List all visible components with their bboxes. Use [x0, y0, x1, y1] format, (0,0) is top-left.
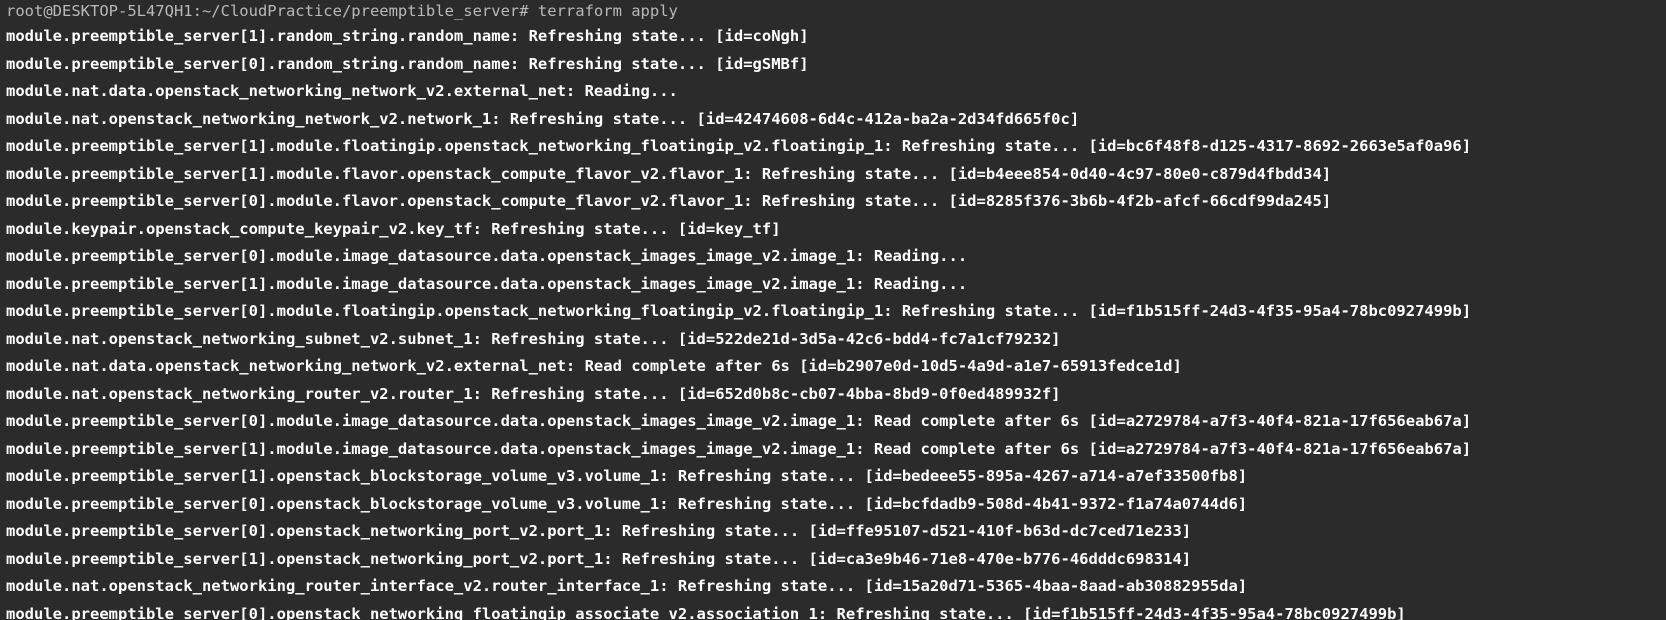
- output-line: module.preemptible_server[1].random_stri…: [6, 27, 809, 45]
- output-line: module.keypair.openstack_compute_keypair…: [6, 219, 781, 238]
- output-line: module.preemptible_server[1].module.flav…: [6, 164, 1332, 183]
- output-line: module.nat.openstack_networking_router_i…: [6, 577, 1248, 595]
- output-line: module.preemptible_server[0].module.flav…: [6, 192, 1332, 210]
- output-line: module.nat.openstack_networking_subnet_v…: [6, 329, 1061, 348]
- output-line: module.preemptible_server[0].module.imag…: [6, 412, 1472, 430]
- output-line: module.preemptible_server[1].module.imag…: [6, 439, 1472, 458]
- output-line: module.preemptible_server[1].openstack_n…: [6, 549, 1192, 568]
- command-prompt: root@DESKTOP-5L47QH1:~/CloudPractice/pre…: [6, 2, 678, 20]
- output-line: module.preemptible_server[0].module.imag…: [6, 247, 968, 265]
- output-line: module.preemptible_server[1].module.floa…: [6, 137, 1472, 155]
- output-line: module.preemptible_server[1].openstack_b…: [6, 467, 1248, 485]
- output-line: module.nat.openstack_networking_router_v…: [6, 384, 1061, 403]
- output-line: module.preemptible_server[0].openstack_n…: [6, 604, 1406, 620]
- terminal-window[interactable]: root@DESKTOP-5L47QH1:~/CloudPractice/pre…: [0, 0, 1666, 620]
- output-line: module.nat.data.openstack_networking_net…: [6, 357, 1182, 375]
- output-line: module.preemptible_server[0].module.floa…: [6, 302, 1472, 320]
- output-line: module.preemptible_server[0].random_stri…: [6, 54, 809, 73]
- terminal-output: module.preemptible_server[1].random_stri…: [6, 23, 1666, 620]
- output-line: module.preemptible_server[0].openstack_n…: [6, 522, 1192, 540]
- output-line: module.preemptible_server[1].module.imag…: [6, 274, 968, 293]
- output-line: module.nat.openstack_networking_network_…: [6, 109, 1080, 128]
- output-line: module.preemptible_server[0].openstack_b…: [6, 494, 1248, 513]
- output-line: module.nat.data.openstack_networking_net…: [6, 82, 678, 100]
